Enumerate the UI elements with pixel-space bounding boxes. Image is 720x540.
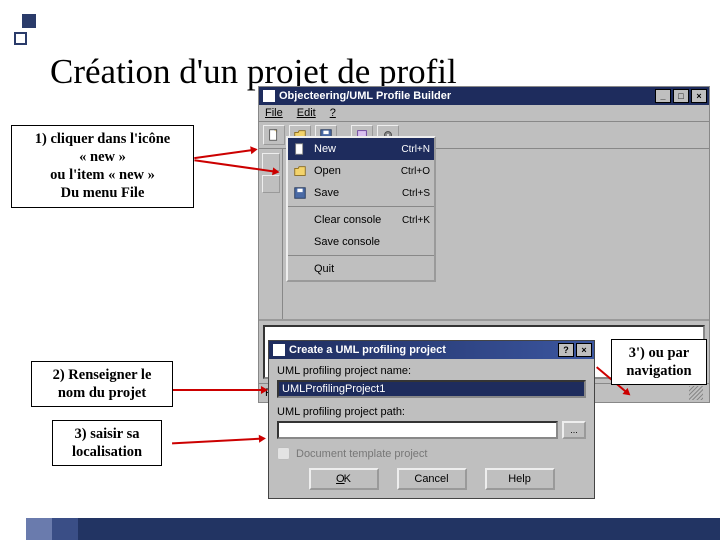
menuitem-save-shortcut: Ctrl+S xyxy=(402,188,430,199)
blank-icon xyxy=(292,234,308,250)
save-icon xyxy=(292,185,308,201)
menu-help[interactable]: ? xyxy=(330,107,336,119)
cancel-button[interactable]: Cancel xyxy=(397,468,467,490)
app-titlebar: Objecteering/UML Profile Builder _ □ × xyxy=(259,87,709,105)
menuitem-savecon-label: Save console xyxy=(314,236,430,248)
menuitem-clear-shortcut: Ctrl+K xyxy=(402,215,430,226)
project-name-label: UML profiling project name: xyxy=(277,365,586,377)
dialog-icon xyxy=(273,344,285,356)
menuitem-open[interactable]: Open Ctrl+O xyxy=(288,160,434,182)
blank-icon xyxy=(292,261,308,277)
project-path-input[interactable] xyxy=(277,421,558,439)
menuitem-new-shortcut: Ctrl+N xyxy=(401,144,430,155)
create-project-dialog: Create a UML profiling project ? × UML p… xyxy=(268,340,595,499)
new-file-icon xyxy=(267,128,281,142)
maximize-button[interactable]: □ xyxy=(673,89,689,103)
arrow-to-name-field xyxy=(172,389,264,391)
resize-grip[interactable] xyxy=(689,386,703,400)
menuitem-new[interactable]: New Ctrl+N xyxy=(288,138,434,160)
slide-footer-bar xyxy=(0,518,720,540)
arrow-to-path-field xyxy=(172,438,262,445)
dialog-help-button[interactable]: ? xyxy=(558,343,574,357)
menubar: File Edit ? xyxy=(259,105,709,122)
ok-button[interactable]: OK xyxy=(309,468,379,490)
callout-step2: 2) Renseigner le nom du projet xyxy=(31,361,173,407)
toolbar-new-button[interactable] xyxy=(263,125,285,145)
menuitem-clear-label: Clear console xyxy=(314,214,396,226)
vertical-toolbar xyxy=(259,149,283,319)
blank-icon xyxy=(292,212,308,228)
menuitem-open-shortcut: Ctrl+O xyxy=(401,166,430,177)
arrow-to-new-icon xyxy=(194,149,254,159)
menuitem-new-label: New xyxy=(314,143,395,155)
project-name-input[interactable] xyxy=(277,380,586,398)
template-checkbox[interactable] xyxy=(277,447,290,460)
new-file-icon xyxy=(292,141,308,157)
menuitem-save[interactable]: Save Ctrl+S xyxy=(288,182,434,204)
project-path-label: UML profiling project path: xyxy=(277,406,586,418)
dialog-close-button[interactable]: × xyxy=(576,343,592,357)
callout-step1: 1) cliquer dans l'icône « new » ou l'ite… xyxy=(11,125,194,208)
dialog-titlebar: Create a UML profiling project ? × xyxy=(269,341,594,359)
help-button[interactable]: Help xyxy=(485,468,555,490)
vtool-button-2[interactable] xyxy=(262,175,280,193)
menuitem-quit[interactable]: Quit xyxy=(288,258,434,280)
slide-bullet-icon xyxy=(22,14,36,28)
dialog-title: Create a UML profiling project xyxy=(289,344,446,356)
minimize-button[interactable]: _ xyxy=(655,89,671,103)
menu-file[interactable]: File xyxy=(265,107,283,119)
callout-step3b: 3') ou par navigation xyxy=(611,339,707,385)
menu-edit[interactable]: Edit xyxy=(297,107,316,119)
app-icon xyxy=(263,90,275,102)
menuitem-save-console[interactable]: Save console xyxy=(288,231,434,253)
file-menu-dropdown: New Ctrl+N Open Ctrl+O Save Ctrl+S Clear… xyxy=(286,136,436,282)
menuitem-save-label: Save xyxy=(314,187,396,199)
menuitem-clear-console[interactable]: Clear console Ctrl+K xyxy=(288,209,434,231)
menuitem-quit-label: Quit xyxy=(314,263,430,275)
app-title: Objecteering/UML Profile Builder xyxy=(279,90,451,102)
callout-step3: 3) saisir sa localisation xyxy=(52,420,162,466)
open-folder-icon xyxy=(292,163,308,179)
browse-button[interactable]: ... xyxy=(562,421,586,439)
template-checkbox-label: Document template project xyxy=(296,448,427,460)
close-button[interactable]: × xyxy=(691,89,707,103)
menuitem-open-label: Open xyxy=(314,165,395,177)
